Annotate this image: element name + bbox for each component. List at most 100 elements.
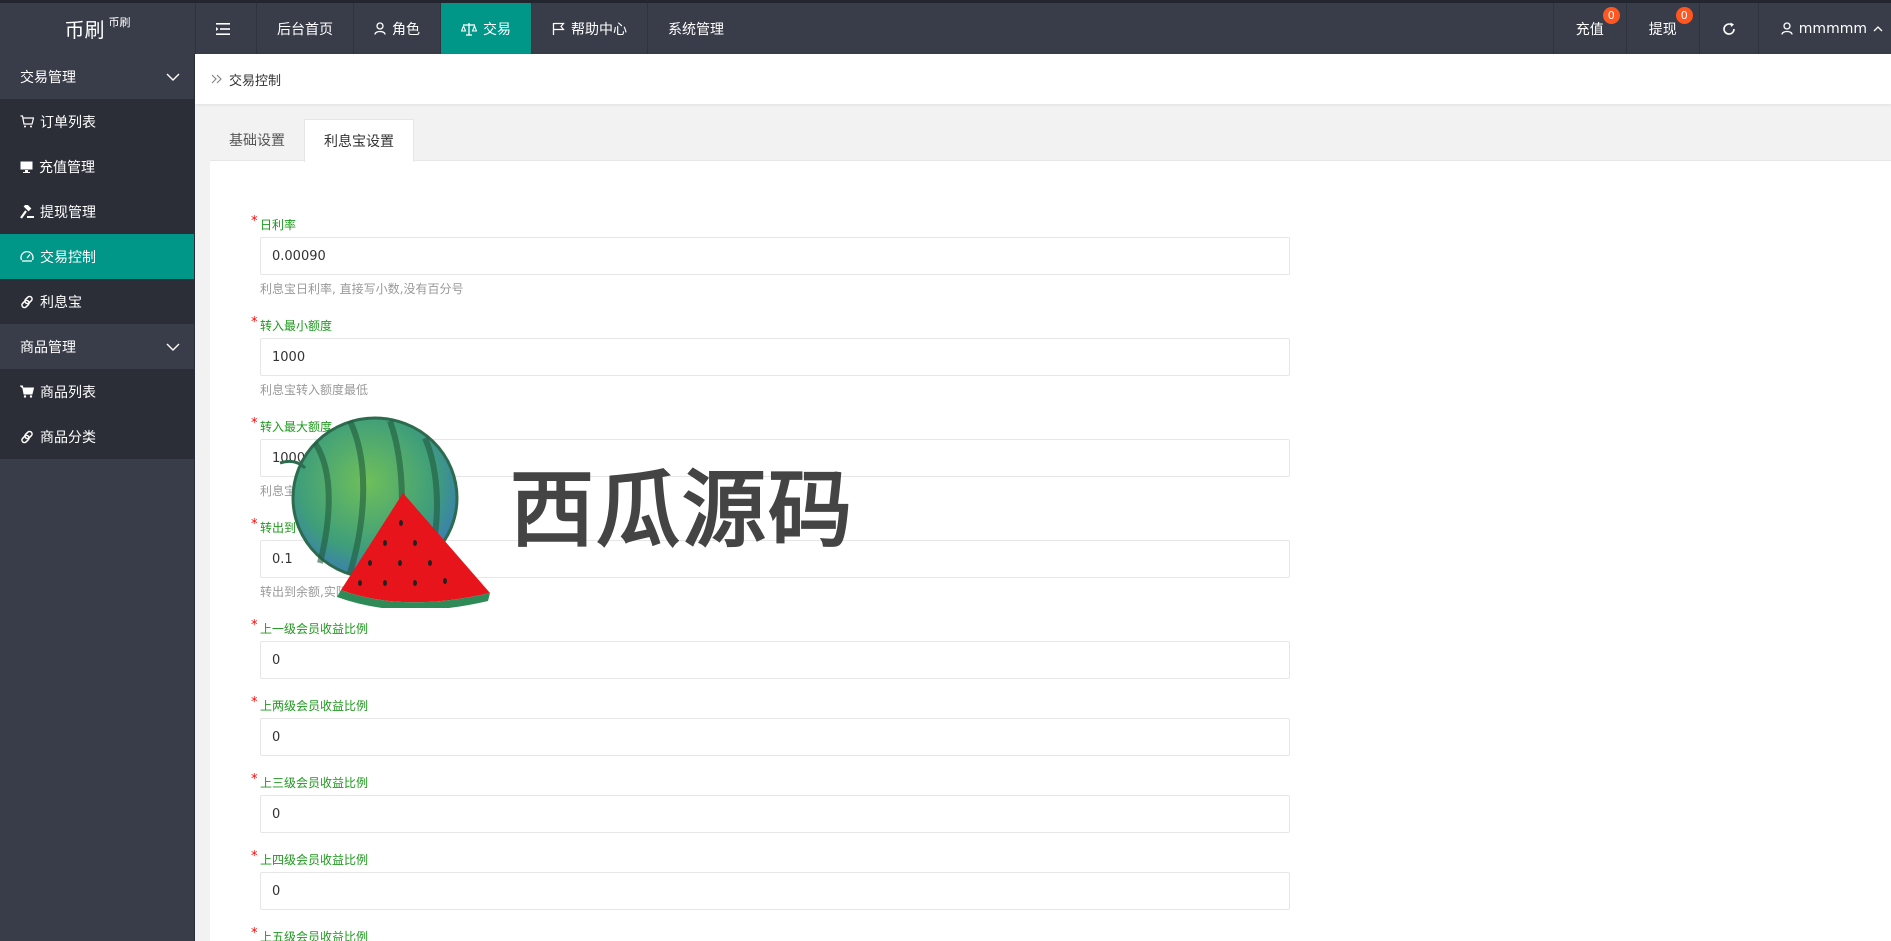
tab-label: 基础设置	[229, 133, 285, 149]
required-star: *	[251, 926, 258, 941]
breadcrumb: 交易控制	[195, 54, 1891, 104]
field-level2-ratio: * 上两级会员收益比例	[250, 695, 1290, 756]
field-label-text: 上两级会员收益比例	[260, 699, 369, 713]
link-icon	[21, 430, 33, 443]
nav-role-label: 角色	[392, 21, 420, 38]
sidebar-item-withdraw[interactable]: 提现管理	[0, 189, 194, 234]
breadcrumb-current[interactable]: 交易控制	[229, 70, 281, 89]
flag-icon	[552, 22, 565, 35]
field-hint: 利息宝	[260, 484, 297, 498]
required-star: *	[251, 214, 258, 229]
refresh-icon	[1723, 22, 1735, 35]
menu-fold-icon	[216, 22, 230, 35]
field-label-text: 上一级会员收益比例	[260, 622, 369, 636]
sidebar-item-label: 充值管理	[39, 159, 95, 176]
logo-main-text: 币刷	[64, 18, 105, 42]
transfer-out-input[interactable]	[260, 540, 1290, 578]
min-transfer-in-input[interactable]	[260, 338, 1290, 376]
cart-filled-icon	[20, 385, 34, 398]
recharge-label: 充值	[1575, 21, 1604, 38]
tab-interest-settings[interactable]: 利息宝设置	[304, 119, 414, 162]
sidebar: 交易管理 订单列表 充值管理 提现管理 交易控制 利息宝 商品管理 商品列表 商…	[0, 54, 195, 941]
required-star: *	[251, 517, 258, 532]
sidebar-group-trade[interactable]: 交易管理	[0, 54, 194, 99]
sidebar-group-label: 交易管理	[20, 69, 76, 86]
sidebar-item-trade-control[interactable]: 交易控制	[0, 234, 194, 279]
nav-trade-label: 交易	[483, 21, 511, 38]
link-icon	[21, 295, 33, 308]
field-level4-ratio: * 上四级会员收益比例	[250, 849, 1290, 910]
required-star: *	[251, 416, 258, 431]
top-right-nav: 充值 0 提现 0 mmmmm	[1552, 3, 1891, 54]
level3-ratio-input[interactable]	[260, 795, 1290, 833]
chevron-up-icon	[1873, 25, 1883, 31]
field-label: * 转入最大额度	[250, 416, 1290, 435]
user-icon	[374, 22, 386, 35]
field-label-text: 上四级会员收益比例	[260, 853, 369, 867]
nav-help-label: 帮助中心	[571, 21, 627, 38]
level1-ratio-input[interactable]	[260, 641, 1290, 679]
settings-card: 基础设置 利息宝设置 *日利率 利息宝日利率, 直接写小数,没有百分号 *转入最…	[210, 119, 1891, 941]
menu-toggle-button[interactable]	[195, 3, 256, 54]
sidebar-item-recharge[interactable]: 充值管理	[0, 144, 194, 189]
scale-icon	[461, 22, 477, 36]
field-daily-rate: *日利率 利息宝日利率, 直接写小数,没有百分号	[250, 214, 1290, 297]
nav-home[interactable]: 后台首页	[256, 3, 353, 54]
nav-system-label: 系统管理	[668, 21, 724, 38]
nav-trade[interactable]: 交易	[440, 3, 531, 54]
user-menu[interactable]: mmmmm	[1757, 3, 1891, 54]
field-max-transfer-in: *转入最大额度 利息宝	[250, 416, 1290, 499]
max-transfer-in-input[interactable]	[260, 439, 1290, 477]
user-icon	[1781, 22, 1793, 35]
sidebar-item-goods-list[interactable]: 商品列表	[0, 369, 194, 414]
field-hint: 利息宝转入额度最低	[260, 383, 369, 397]
sidebar-item-label: 商品分类	[40, 429, 96, 446]
logo-sup-text: 币刷	[108, 15, 131, 29]
sidebar-item-goods-category[interactable]: 商品分类	[0, 414, 194, 459]
field-label: * 转入最小额度	[250, 315, 1290, 334]
user-name: mmmmm	[1798, 20, 1867, 37]
app-logo[interactable]: 币刷 币刷	[0, 3, 195, 54]
required-star: *	[251, 849, 258, 864]
field-label: * 上一级会员收益比例	[250, 618, 1290, 637]
level2-ratio-input[interactable]	[260, 718, 1290, 756]
top-navbar: 币刷 币刷 后台首页 角色 交易 帮助中心 系统管理 充值 0 提现 0 mmm…	[0, 0, 1891, 54]
nav-home-label: 后台首页	[277, 21, 333, 38]
field-level3-ratio: * 上三级会员收益比例	[250, 772, 1290, 833]
sidebar-group-goods[interactable]: 商品管理	[0, 324, 194, 369]
chevron-down-icon	[166, 343, 180, 351]
field-hint: 利息宝日利率, 直接写小数,没有百分号	[260, 282, 464, 296]
field-label: * 上五级会员收益比例	[250, 926, 1290, 941]
field-label: * 日利率	[250, 214, 1290, 233]
field-label: * 上四级会员收益比例	[250, 849, 1290, 868]
required-star: *	[251, 695, 258, 710]
top-nav: 后台首页 角色 交易 帮助中心 系统管理	[195, 3, 744, 54]
recharge-button[interactable]: 充值 0	[1552, 3, 1626, 54]
sidebar-item-orders[interactable]: 订单列表	[0, 99, 194, 144]
nav-role[interactable]: 角色	[353, 3, 440, 54]
sidebar-item-label: 利息宝	[40, 294, 82, 311]
field-transfer-out: *转出到 转出到余额,实际到	[250, 517, 1290, 600]
field-label: * 上三级会员收益比例	[250, 772, 1290, 791]
monitor-icon	[20, 161, 33, 173]
sidebar-item-interest[interactable]: 利息宝	[0, 279, 194, 324]
field-label-text: 转入最大额度	[260, 420, 333, 434]
withdraw-button[interactable]: 提现 0	[1625, 3, 1699, 54]
daily-rate-input[interactable]	[260, 237, 1290, 275]
tab-basic-settings[interactable]: 基础设置	[210, 119, 304, 161]
field-label-text: 上三级会员收益比例	[260, 776, 369, 790]
dashboard-icon	[20, 250, 34, 262]
recharge-badge: 0	[1602, 7, 1620, 24]
refresh-button[interactable]	[1698, 3, 1758, 54]
nav-help[interactable]: 帮助中心	[531, 3, 647, 54]
withdraw-label: 提现	[1648, 21, 1677, 38]
level4-ratio-input[interactable]	[260, 872, 1290, 910]
cart-icon	[20, 115, 34, 128]
sidebar-group-label: 商品管理	[20, 339, 76, 356]
field-min-transfer-in: *转入最小额度 利息宝转入额度最低	[250, 315, 1290, 398]
field-label-text: 日利率	[260, 218, 297, 232]
field-level1-ratio: * 上一级会员收益比例	[250, 618, 1290, 679]
nav-system[interactable]: 系统管理	[647, 3, 744, 54]
field-hint: 转出到余额,实际到	[260, 585, 360, 599]
chevron-down-icon	[166, 73, 180, 81]
